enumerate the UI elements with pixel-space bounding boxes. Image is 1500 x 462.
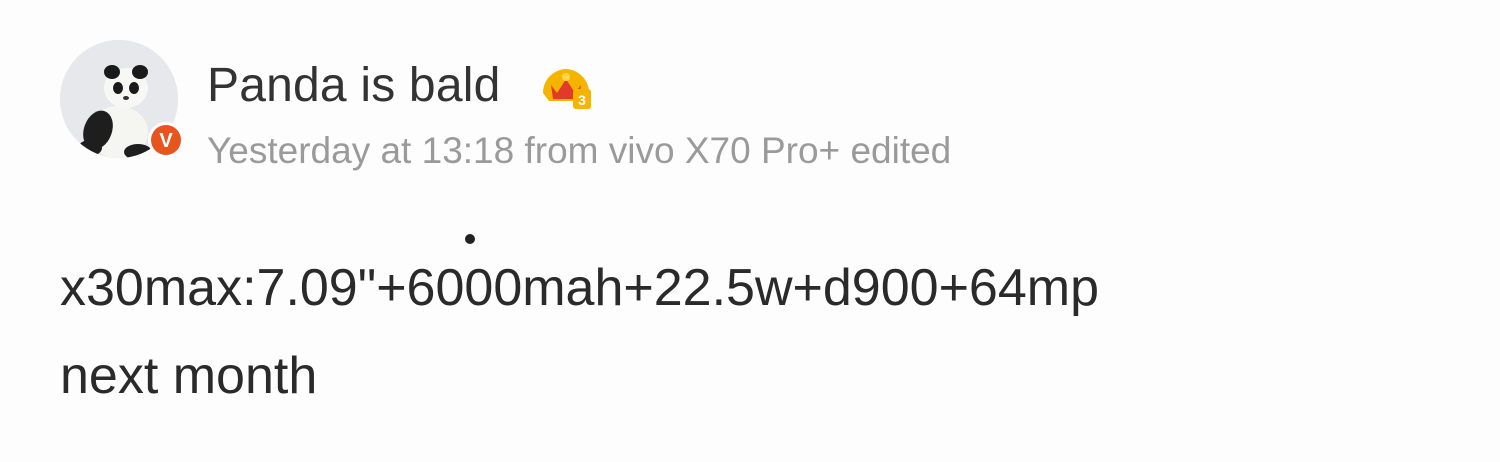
device-name[interactable]: vivo X70 Pro+	[609, 130, 840, 171]
avatar[interactable]: V	[60, 40, 184, 160]
post-content-line-1: x30max:7.09"+6000mah+22.5w+d900+64mp	[60, 259, 1100, 317]
crown-member-icon[interactable]: 3	[537, 63, 595, 113]
from-word: from	[524, 130, 599, 171]
svg-text:3: 3	[578, 92, 586, 108]
author-name[interactable]: Panda is bald	[207, 58, 500, 114]
verified-badge-label: V	[159, 130, 173, 152]
verified-v-icon: V	[146, 120, 186, 160]
post-content: x30max:7.09"+6000mah+22.5w+d900+64mp nex…	[60, 244, 1099, 420]
post-time: Yesterday at 13:18	[207, 130, 515, 171]
edited-label[interactable]: edited	[850, 130, 951, 171]
touch-indicator-dot	[465, 234, 475, 244]
post-meta: Yesterday at 13:18 from vivo X70 Pro+ ed…	[207, 128, 951, 174]
post-content-line-2: next month	[60, 347, 318, 405]
post-card: V Panda is bald 3 Yesterday at 13:18 fro…	[0, 0, 1500, 462]
